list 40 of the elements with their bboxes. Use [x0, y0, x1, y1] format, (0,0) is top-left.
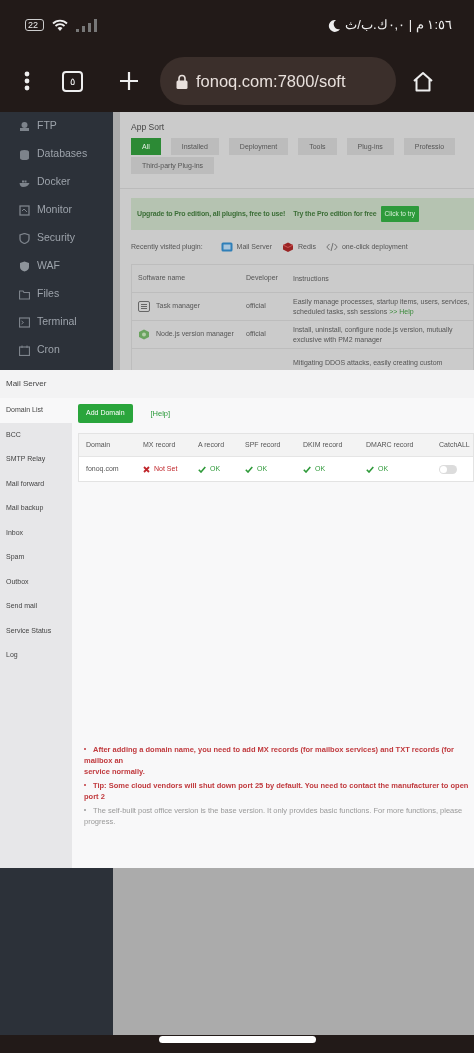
plus-icon[interactable] — [119, 71, 139, 91]
folder-icon — [19, 288, 30, 300]
cube-icon — [282, 242, 294, 252]
address-bar[interactable]: fonoq.com:7800/soft — [160, 57, 396, 105]
signal-icon — [76, 18, 98, 32]
battery-icon: 22 — [25, 19, 44, 31]
check-icon — [198, 465, 206, 473]
lock-icon — [176, 73, 188, 89]
check-icon — [366, 465, 374, 473]
status-time: ١:٥٦ م | ٠,٠ك.ب/ث — [345, 16, 452, 35]
home-icon[interactable] — [412, 70, 434, 92]
monitor-icon — [19, 204, 30, 216]
sidebar-item[interactable]: Terminal — [37, 314, 77, 330]
shield-icon — [19, 260, 30, 272]
list-icon — [138, 301, 150, 312]
mail-icon — [220, 242, 233, 252]
sidebar-item[interactable]: Files — [37, 286, 60, 302]
catchall-toggle[interactable] — [439, 464, 457, 474]
sidebar-item[interactable]: WAF — [37, 258, 60, 274]
sidebar-item[interactable]: FTP — [37, 118, 57, 134]
sidebar-item[interactable]: Security — [37, 230, 75, 246]
dialog-title: Mail Server — [0, 370, 474, 398]
check-icon — [303, 465, 311, 473]
database-icon — [19, 148, 30, 160]
wifi-icon — [52, 19, 68, 31]
tab-switcher-button[interactable]: ٥ — [62, 70, 83, 92]
moon-icon — [328, 18, 342, 32]
sidebar-item[interactable]: Monitor — [37, 202, 72, 218]
sidebar-item[interactable]: Cron — [37, 342, 60, 358]
sidebar-item[interactable]: Docker — [37, 174, 71, 190]
check-icon — [245, 465, 253, 473]
menu-icon[interactable] — [24, 71, 30, 91]
cross-icon — [143, 465, 150, 473]
shield-icon — [19, 232, 30, 244]
code-icon — [325, 242, 338, 252]
sidebar-item[interactable]: Databases — [37, 146, 88, 162]
section-title: App Sort — [131, 121, 166, 133]
calendar-icon — [19, 344, 30, 356]
terminal-icon — [19, 316, 30, 328]
hexagon-icon — [138, 329, 150, 340]
